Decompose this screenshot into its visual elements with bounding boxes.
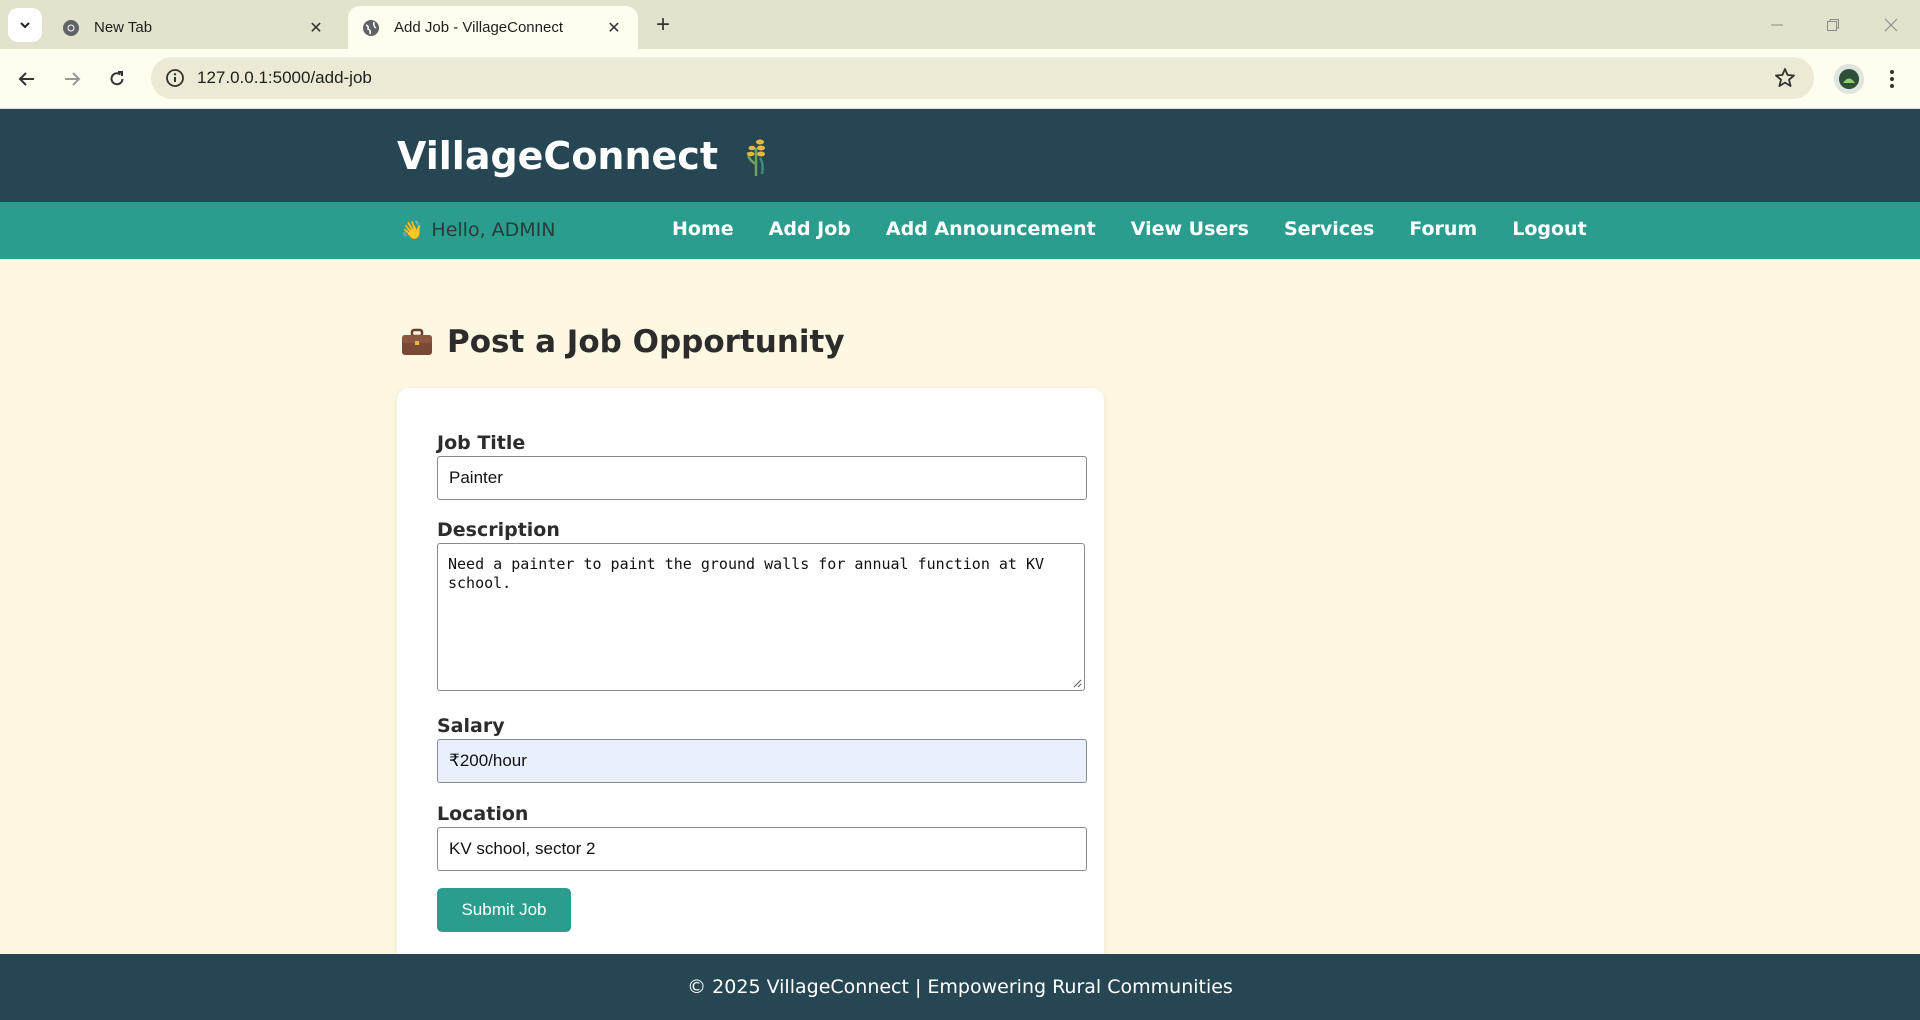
nav-link-services[interactable]: Services (1284, 218, 1374, 240)
nav-link-home[interactable]: Home (672, 218, 734, 240)
brand-name: VillageConnect (397, 134, 718, 178)
salary-input[interactable]: ₹200/hour (437, 739, 1087, 783)
footer-text: © 2025 VillageConnect | Empowering Rural… (687, 976, 1233, 998)
new-tab-plus-icon[interactable]: + (650, 11, 676, 38)
nav-link-add-announcement[interactable]: Add Announcement (886, 218, 1096, 240)
site-header: VillageConnect (0, 109, 1920, 202)
greeting-text: Hello, ADMIN (431, 219, 556, 241)
address-bar[interactable]: 127.0.0.1:5000/add-job (151, 57, 1814, 99)
submit-job-button[interactable]: Submit Job (437, 888, 571, 932)
bookmark-star-icon[interactable] (1774, 67, 1796, 89)
tab-add-job[interactable]: Add Job - VillageConnect ✕ (348, 6, 638, 49)
description-text: Need a painter to paint the ground walls… (448, 555, 1045, 592)
close-icon[interactable]: ✕ (604, 18, 624, 38)
nav-link-add-job[interactable]: Add Job (769, 218, 851, 240)
brand[interactable]: VillageConnect (397, 134, 772, 178)
forward-arrow-icon[interactable] (56, 63, 88, 95)
user-greeting: 👋 Hello, ADMIN (401, 219, 556, 241)
nav-link-view-users[interactable]: View Users (1131, 218, 1249, 240)
location-input[interactable]: KV school, sector 2 (437, 827, 1087, 871)
tab-new-tab[interactable]: New Tab ✕ (48, 6, 340, 49)
close-icon[interactable]: ✕ (306, 18, 326, 38)
salary-label: Salary (437, 715, 505, 737)
wheat-icon (746, 139, 765, 176)
nav-link-forum[interactable]: Forum (1409, 218, 1477, 240)
minimize-icon[interactable] (1762, 10, 1792, 40)
waving-hand-icon: 👋 (401, 219, 424, 241)
tab-title: New Tab (94, 19, 153, 36)
tab-search-button[interactable] (8, 8, 42, 42)
more-menu-icon[interactable] (1880, 64, 1904, 94)
back-arrow-icon[interactable] (11, 63, 43, 95)
job-title-label: Job Title (437, 432, 526, 454)
profile-avatar[interactable] (1834, 64, 1864, 94)
reload-icon[interactable] (101, 63, 133, 95)
page-title-text: Post a Job Opportunity (447, 324, 845, 360)
description-textarea[interactable]: Need a painter to paint the ground walls… (437, 543, 1085, 691)
resize-grip-icon[interactable] (1072, 678, 1082, 688)
url-text: 127.0.0.1:5000/add-job (197, 68, 372, 87)
description-label: Description (437, 519, 560, 541)
location-label: Location (437, 803, 529, 825)
chrome-icon (62, 19, 80, 37)
globe-icon (362, 19, 380, 37)
job-form-card: Job Title Painter Description Need a pai… (397, 388, 1104, 988)
browser-tab-bar: New Tab ✕ Add Job - VillageConnect ✕ + (0, 0, 1920, 49)
main-nav: 👋 Hello, ADMIN Home Add Job Add Announce… (0, 202, 1920, 259)
nav-link-logout[interactable]: Logout (1512, 218, 1586, 240)
job-title-input[interactable]: Painter (437, 456, 1087, 500)
site-footer: © 2025 VillageConnect | Empowering Rural… (0, 954, 1920, 1020)
close-window-icon[interactable] (1876, 10, 1906, 40)
nav-links: Home Add Job Add Announcement View Users… (672, 218, 1622, 240)
tab-title: Add Job - VillageConnect (394, 19, 563, 36)
restore-icon[interactable] (1818, 10, 1848, 40)
briefcase-icon (402, 328, 432, 355)
page-title: Post a Job Opportunity (401, 324, 845, 360)
browser-toolbar: 127.0.0.1:5000/add-job (0, 49, 1920, 109)
site-info-icon[interactable] (165, 68, 185, 88)
chevron-down-icon (20, 22, 30, 29)
